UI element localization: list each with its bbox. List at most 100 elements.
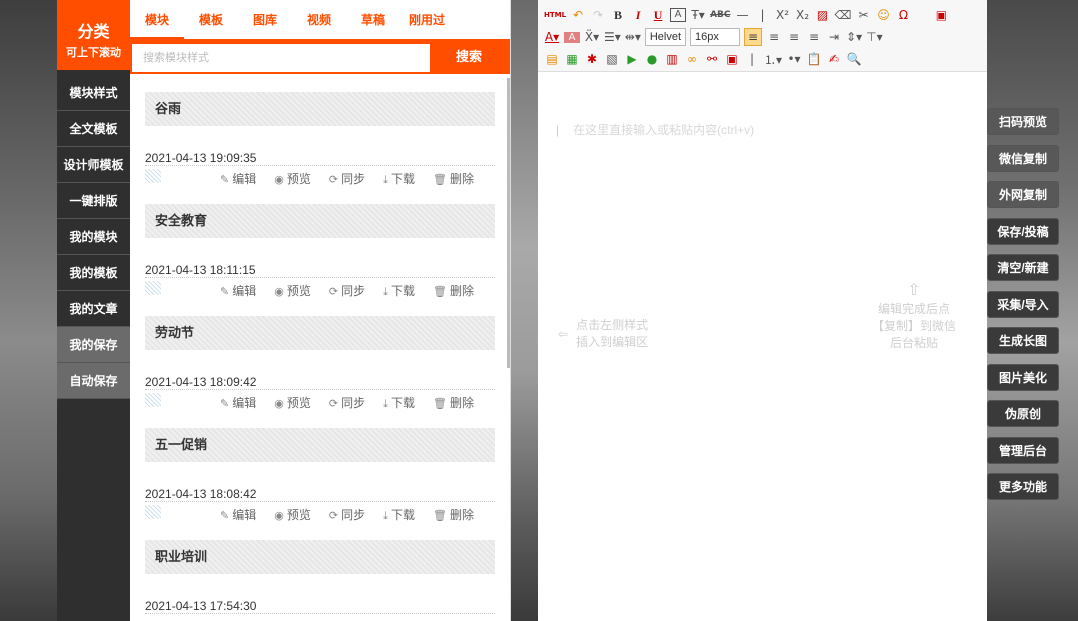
horizontal-rule-icon[interactable]: — — [735, 8, 751, 22]
music-icon[interactable]: ● — [644, 52, 660, 66]
highlight-color-icon[interactable]: A — [564, 31, 580, 43]
redo-icon[interactable]: ↷ — [590, 8, 606, 22]
sync-button[interactable]: ⟳ 同步 — [329, 170, 365, 187]
preview-button[interactable]: ◉ 预览 — [274, 170, 311, 187]
subscript-icon[interactable]: X₂ — [795, 8, 811, 22]
line-height-icon[interactable]: ☰▾ — [604, 30, 621, 44]
clear-new-button[interactable]: 清空/新建 — [987, 254, 1059, 281]
pin-icon[interactable]: ✱ — [584, 52, 600, 66]
search-replace-icon[interactable]: 🔍 — [846, 52, 862, 66]
tab-gallery[interactable]: 图库 — [238, 2, 292, 40]
video-icon[interactable]: ▶ — [624, 52, 640, 66]
undo-icon[interactable]: ↶ — [570, 8, 586, 22]
edit-button[interactable]: ✎ 编辑 — [220, 506, 256, 523]
search-input[interactable] — [132, 44, 430, 72]
more-functions-button[interactable]: 更多功能 — [987, 473, 1059, 500]
italic-icon[interactable]: I — [630, 8, 646, 23]
tab-drafts[interactable]: 草稿 — [346, 2, 400, 40]
edit-button[interactable]: ✎ 编辑 — [220, 170, 256, 187]
underline-icon[interactable]: U — [650, 8, 666, 23]
fullscreen-icon[interactable]: ▣ — [933, 8, 949, 22]
anchor-icon[interactable]: ▣ — [724, 52, 740, 66]
edit-button[interactable]: ✎ 编辑 — [220, 282, 256, 299]
superscript-icon[interactable]: X² — [775, 8, 791, 22]
category-item-one-click-layout[interactable]: 一键排版 — [57, 183, 130, 219]
category-item-designer-template[interactable]: 设计师模板 — [57, 147, 130, 183]
table-icon[interactable]: ▥ — [664, 52, 680, 66]
search-button[interactable]: 搜索 — [430, 44, 508, 72]
image-beautify-button[interactable]: 图片美化 — [987, 363, 1059, 391]
unordered-list-icon[interactable]: •▾ — [786, 52, 802, 66]
external-copy-button[interactable]: 外网复制 — [987, 181, 1059, 208]
delete-button[interactable]: 🗑 删除 — [433, 282, 474, 299]
align-left-icon[interactable]: ≡ — [744, 28, 763, 46]
letter-spacing-icon[interactable]: ⇹▾ — [625, 30, 641, 44]
link-icon[interactable]: ∞ — [684, 52, 700, 66]
template-icon[interactable]: ▧ — [604, 52, 620, 66]
sync-button[interactable]: ⟳ 同步 — [329, 282, 365, 299]
category-item-my-saved[interactable]: 我的保存 — [57, 327, 130, 363]
align-right-icon[interactable]: ≡ — [786, 30, 802, 44]
delete-button[interactable]: 🗑 删除 — [433, 394, 474, 411]
font-style-icon[interactable]: Ŧ▾ — [690, 8, 706, 22]
html-source-button[interactable]: HTML — [544, 11, 566, 19]
category-item-my-modules[interactable]: 我的模块 — [57, 219, 130, 255]
pseudo-original-button[interactable]: 伪原创 — [987, 400, 1059, 427]
scan-preview-button[interactable]: 扫码预览 — [987, 108, 1059, 135]
preview-button[interactable]: ◉ 预览 — [274, 394, 311, 411]
download-button[interactable]: ⤓ 下载 — [383, 394, 415, 411]
paragraph-format-icon[interactable]: ⊤▾ — [866, 30, 882, 44]
editor-content-area[interactable]: | 在这里直接输入或粘贴内容(ctrl+v) ⇦ 点击左侧样式 插入到编辑区 ⇧ … — [538, 72, 987, 621]
preview-button[interactable]: ◉ 预览 — [274, 506, 311, 523]
tab-modules[interactable]: 模块 — [130, 2, 184, 40]
multi-image-icon[interactable]: ▦ — [564, 52, 580, 66]
bold-icon[interactable]: B — [610, 8, 626, 23]
brush-icon[interactable]: ✍ — [826, 52, 842, 66]
template-title[interactable]: 安全教育 — [145, 204, 495, 238]
format-brush-icon[interactable]: ✂ — [855, 8, 871, 22]
generate-long-image-button[interactable]: 生成长图 — [987, 327, 1059, 354]
admin-backend-button[interactable]: 管理后台 — [987, 436, 1059, 464]
template-title[interactable]: 谷雨 — [145, 92, 495, 126]
strikethrough-button[interactable]: ABC — [710, 10, 730, 20]
paste-icon[interactable]: 📋 — [806, 52, 822, 66]
ordered-list-icon[interactable]: ⒈▾ — [764, 51, 782, 68]
edit-button[interactable]: ✎ 编辑 — [220, 394, 256, 411]
template-title[interactable]: 五一促销 — [145, 428, 495, 462]
save-submit-button[interactable]: 保存/投稿 — [987, 217, 1059, 245]
scrollbar[interactable] — [507, 78, 510, 368]
font-color-icon[interactable]: A▾ — [544, 30, 560, 44]
template-title[interactable]: 劳动节 — [145, 316, 495, 350]
category-item-my-templates[interactable]: 我的模板 — [57, 255, 130, 291]
category-item-full-template[interactable]: 全文模板 — [57, 111, 130, 147]
template-title[interactable]: 职业培训 — [145, 540, 495, 574]
eraser-icon[interactable]: ⌫ — [835, 8, 852, 22]
background-pattern-icon[interactable]: ▨ — [815, 8, 831, 22]
collect-import-button[interactable]: 采集/导入 — [987, 290, 1059, 318]
align-justify-icon[interactable]: ≡ — [806, 30, 822, 44]
sync-button[interactable]: ⟳ 同步 — [329, 506, 365, 523]
wechat-copy-button[interactable]: 微信复制 — [987, 144, 1059, 172]
font-family-select[interactable]: Helvet — [644, 28, 687, 46]
paragraph-spacing-icon[interactable]: ⇕▾ — [846, 30, 862, 44]
preview-button[interactable]: ◉ 预览 — [274, 282, 311, 299]
download-button[interactable]: ⤓ 下载 — [383, 506, 415, 523]
category-item-module-style[interactable]: 模块样式 — [57, 75, 130, 111]
border-text-icon[interactable]: A — [670, 8, 687, 22]
category-item-auto-save[interactable]: 自动保存 — [57, 363, 130, 399]
sync-button[interactable]: ⟳ 同步 — [329, 394, 365, 411]
delete-button[interactable]: 🗑 删除 — [433, 506, 474, 523]
align-center-icon[interactable]: ≡ — [766, 30, 782, 44]
indent-icon[interactable]: ⇥ — [826, 30, 842, 44]
tab-templates[interactable]: 模板 — [184, 2, 238, 40]
text-transform-icon[interactable]: Ẍ▾ — [584, 30, 600, 44]
tab-recent[interactable]: 刚用过 — [400, 2, 454, 40]
image-icon[interactable]: ▤ — [544, 52, 560, 66]
category-item-my-articles[interactable]: 我的文章 — [57, 291, 130, 327]
download-button[interactable]: ⤓ 下载 — [383, 282, 415, 299]
emoji-icon[interactable]: ☺ — [875, 8, 891, 22]
tab-video[interactable]: 视频 — [292, 2, 346, 40]
download-button[interactable]: ⤓ 下载 — [383, 170, 415, 187]
special-char-icon[interactable]: Ω — [895, 8, 911, 22]
font-size-select[interactable]: 16px — [690, 28, 741, 46]
